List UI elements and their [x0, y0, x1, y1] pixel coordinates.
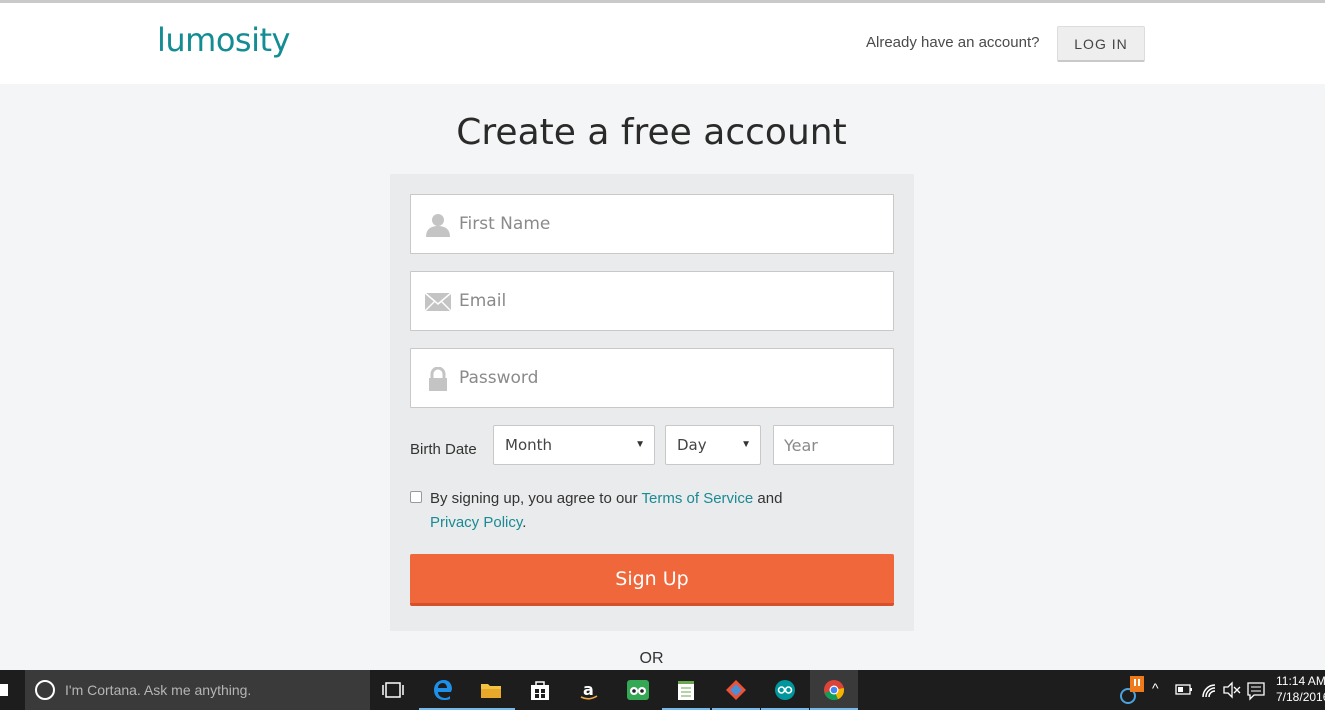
- wifi-glyph: [1202, 684, 1216, 698]
- store-icon[interactable]: [516, 670, 564, 710]
- amazon-icon[interactable]: a: [565, 670, 613, 710]
- already-have-account-text: Already have an account?: [866, 34, 1040, 51]
- terms-prefix: By signing up, you agree to our: [430, 490, 642, 507]
- wifi-icon[interactable]: [1200, 670, 1220, 710]
- folder-glyph: [481, 684, 501, 698]
- login-button[interactable]: LOG IN: [1057, 26, 1145, 62]
- birth-year-input[interactable]: [774, 426, 893, 464]
- arduino-glyph: [775, 680, 795, 700]
- speaker-glyph: [1223, 681, 1241, 699]
- start-button[interactable]: [0, 670, 12, 710]
- alert-glyph: [1120, 676, 1144, 704]
- dropdown-arrow-icon: ▼: [635, 439, 645, 450]
- dropdown-arrow-icon: ▼: [741, 439, 751, 450]
- battery-glyph: [1175, 684, 1192, 695]
- action-center-icon[interactable]: [1246, 670, 1266, 710]
- system-clock[interactable]: 11:14 AM 7/18/2016: [1276, 673, 1325, 705]
- or-divider-text: OR: [639, 650, 664, 667]
- tripadvisor-icon[interactable]: [614, 670, 662, 710]
- person-icon: [426, 214, 450, 237]
- birth-month-select[interactable]: Month ▼: [493, 425, 655, 465]
- signup-form: Birth Date Month ▼ Day ▼ By signing up, …: [390, 174, 914, 631]
- task-view-glyph: [382, 682, 404, 698]
- windows-taskbar: I'm Cortana. Ask me anything. a ^ 11:14 …: [0, 670, 1325, 710]
- site-header: lumosity Already have an account? LOG IN: [0, 3, 1325, 84]
- lock-icon: [429, 367, 447, 391]
- arduino-icon[interactable]: [761, 670, 809, 710]
- terms-checkbox[interactable]: [410, 491, 422, 503]
- password-input[interactable]: [459, 349, 879, 407]
- diamond-glyph: [726, 680, 746, 700]
- birth-year-field[interactable]: [773, 425, 894, 465]
- windows-logo-icon: [0, 684, 8, 696]
- first-name-input[interactable]: [459, 195, 879, 253]
- password-field[interactable]: [410, 348, 894, 408]
- privacy-suffix: .: [522, 514, 527, 531]
- terms-and: and: [753, 490, 783, 507]
- notification-alert-icon[interactable]: [1118, 670, 1148, 710]
- envelope-icon: [425, 292, 451, 312]
- clock-time: 11:14 AM: [1276, 674, 1325, 688]
- notepad-icon[interactable]: [662, 670, 710, 710]
- privacy-policy-link[interactable]: Privacy Policy: [430, 514, 522, 531]
- show-hidden-icons-icon[interactable]: ^: [1152, 680, 1159, 710]
- chrome-icon[interactable]: [810, 670, 858, 710]
- day-selected-value: Day: [677, 436, 707, 454]
- chrome-glyph: [824, 680, 845, 700]
- lumosity-logo[interactable]: lumosity: [157, 21, 290, 59]
- amazon-glyph: a: [580, 680, 598, 700]
- terms-text: By signing up, you agree to our Terms of…: [430, 487, 870, 535]
- svg-text:a: a: [583, 680, 594, 699]
- birth-day-select[interactable]: Day ▼: [665, 425, 761, 465]
- birth-date-label: Birth Date: [410, 441, 477, 458]
- email-field[interactable]: [410, 271, 894, 331]
- git-icon[interactable]: [712, 670, 760, 710]
- message-glyph: [1247, 682, 1265, 701]
- page-title: Create a free account: [456, 112, 847, 153]
- notepad-glyph: [678, 681, 694, 700]
- edge-glyph: [434, 680, 452, 700]
- volume-muted-icon[interactable]: [1222, 670, 1242, 710]
- email-input[interactable]: [459, 272, 879, 330]
- cortana-placeholder: I'm Cortana. Ask me anything.: [65, 682, 252, 698]
- month-selected-value: Month: [505, 436, 553, 454]
- store-glyph: [531, 681, 549, 700]
- first-name-field[interactable]: [410, 194, 894, 254]
- cortana-search-box[interactable]: I'm Cortana. Ask me anything.: [25, 670, 370, 710]
- battery-icon[interactable]: [1174, 670, 1194, 710]
- edge-icon[interactable]: [419, 670, 467, 710]
- task-view-icon[interactable]: [369, 670, 417, 710]
- file-explorer-icon[interactable]: [467, 670, 515, 710]
- terms-of-service-link[interactable]: Terms of Service: [642, 490, 754, 507]
- clock-date: 7/18/2016: [1276, 690, 1325, 704]
- owl-glyph: [627, 680, 649, 700]
- sign-up-button[interactable]: Sign Up: [410, 554, 894, 606]
- cortana-icon: [35, 680, 55, 700]
